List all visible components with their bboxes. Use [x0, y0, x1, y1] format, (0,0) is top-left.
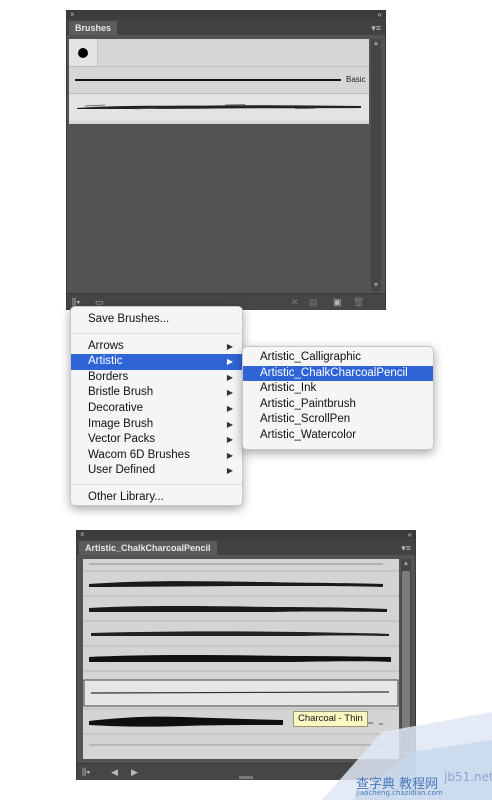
brush-library-menu: Save Brushes... Arrows ▶ Artistic ▶ Border… — [70, 306, 243, 506]
submenu-arrow-icon: ▶ — [226, 419, 233, 429]
other-library-menu-item[interactable]: Other Library... — [71, 490, 242, 506]
menu-item-label: Decorative — [88, 401, 143, 414]
collapse-icon[interactable]: « — [378, 11, 383, 19]
collapse-icon[interactable]: « — [408, 531, 413, 539]
menu-item-vector-packs[interactable]: Vector Packs ▶ — [71, 432, 242, 448]
brush-swatch[interactable] — [69, 39, 98, 66]
tab-bar: Brushes ▾≡ — [67, 19, 385, 35]
brush-row-basic[interactable]: Basic — [69, 67, 369, 94]
scroll-down-icon[interactable]: ▼ — [371, 282, 381, 290]
menu-item-borders[interactable]: Borders ▶ — [71, 370, 242, 386]
panel-menu-icon[interactable]: ▾≡ — [401, 543, 411, 553]
submenu-arrow-icon: ▶ — [226, 403, 233, 413]
tab-brushes[interactable]: Brushes — [69, 21, 118, 35]
brushes-panel: × « Brushes ▾≡ Basic ▲ ▼ ⫼▾ ▭ ✕ ▤ ▣ 🗑 — [66, 10, 386, 310]
menu-item-artistic[interactable]: Artistic ▶ — [71, 354, 242, 370]
delete-icon[interactable]: 🗑 — [353, 296, 364, 308]
brush-list: Basic — [69, 39, 369, 124]
menu-item-label: Wacom 6D Brushes — [88, 448, 190, 461]
menu-item-decorative[interactable]: Decorative ▶ — [71, 401, 242, 417]
round-brush-icon — [78, 48, 88, 58]
menu-item-label: Arrows — [88, 339, 124, 352]
previous-library-icon[interactable]: ◀ — [111, 766, 118, 778]
next-library-icon[interactable]: ▶ — [131, 766, 138, 778]
submenu-item-chalkcharcoalpencil[interactable]: Artistic_ChalkCharcoalPencil — [243, 365, 433, 382]
submenu-arrow-icon: ▶ — [226, 450, 233, 460]
menu-item-label: Bristle Brush — [88, 386, 154, 399]
menu-separator — [71, 483, 242, 485]
remove-stroke-icon[interactable]: ✕ — [291, 296, 299, 308]
watermark-corner-text: jb51.net — [444, 770, 492, 784]
submenu-arrow-icon: ▶ — [226, 372, 233, 382]
chalk-stroke-preview — [77, 104, 361, 110]
menu-item-label: Image Brush — [88, 417, 154, 430]
artistic-submenu: Artistic_Calligraphic Artistic_ChalkChar… — [242, 346, 434, 450]
submenu-item-calligraphic[interactable]: Artistic_Calligraphic — [243, 350, 433, 366]
options-icon[interactable]: ▤ — [309, 296, 318, 308]
submenu-item-ink[interactable]: Artistic_Ink — [243, 381, 433, 397]
library-icon[interactable]: ⫼▾ — [82, 766, 91, 778]
submenu-arrow-icon: ▶ — [226, 466, 233, 476]
resize-grip[interactable] — [239, 776, 253, 779]
menu-separator — [71, 332, 242, 334]
panel-menu-icon[interactable]: ▾≡ — [371, 23, 381, 33]
scrollbar[interactable]: ▲ ▼ — [371, 39, 381, 291]
brush-row-dot[interactable] — [69, 39, 369, 67]
scrollbar-thumb[interactable] — [402, 571, 410, 731]
scroll-up-icon[interactable]: ▲ — [401, 560, 411, 568]
menu-item-label: Vector Packs — [88, 433, 156, 446]
submenu-arrow-icon: ▶ — [226, 341, 233, 351]
save-brushes-menu-item[interactable]: Save Brushes... — [71, 312, 242, 328]
new-brush-icon[interactable]: ▣ — [333, 296, 342, 308]
menu-item-label: User Defined — [88, 464, 156, 477]
menu-item-user-defined[interactable]: User Defined ▶ — [71, 463, 242, 479]
menu-item-label: Artistic — [88, 355, 123, 368]
scroll-up-icon[interactable]: ▲ — [371, 40, 381, 48]
submenu-arrow-icon: ▶ — [226, 435, 233, 445]
basic-stroke-preview — [75, 79, 341, 81]
submenu-item-scrollpen[interactable]: Artistic_ScrollPen — [243, 412, 433, 428]
tab-bar: Artistic_ChalkCharcoalPencil ▾≡ — [77, 539, 415, 555]
menu-item-label: Borders — [88, 370, 129, 383]
menu-item-wacom-6d-brushes[interactable]: Wacom 6D Brushes ▶ — [71, 448, 242, 464]
brush-label: Basic — [346, 75, 366, 84]
submenu-arrow-icon: ▶ — [226, 388, 233, 398]
panel-title-strip — [67, 11, 385, 19]
menu-item-arrows[interactable]: Arrows ▶ — [71, 339, 242, 355]
close-icon[interactable]: × — [80, 531, 85, 539]
submenu-item-watercolor[interactable]: Artistic_Watercolor — [243, 428, 433, 444]
brush-row-chalk[interactable] — [69, 94, 369, 121]
submenu-item-paintbrush[interactable]: Artistic_Paintbrush — [243, 397, 433, 413]
watermark-url: jiaocheng.chazidian.com — [356, 789, 443, 797]
menu-item-bristle-brush[interactable]: Bristle Brush ▶ — [71, 385, 242, 401]
close-icon[interactable]: × — [70, 11, 75, 19]
panel-title-strip — [77, 531, 415, 539]
submenu-arrow-icon: ▶ — [226, 357, 233, 367]
tab-artistic-chalkcharcoalpencil[interactable]: Artistic_ChalkCharcoalPencil — [79, 541, 217, 555]
menu-item-image-brush[interactable]: Image Brush ▶ — [71, 417, 242, 433]
